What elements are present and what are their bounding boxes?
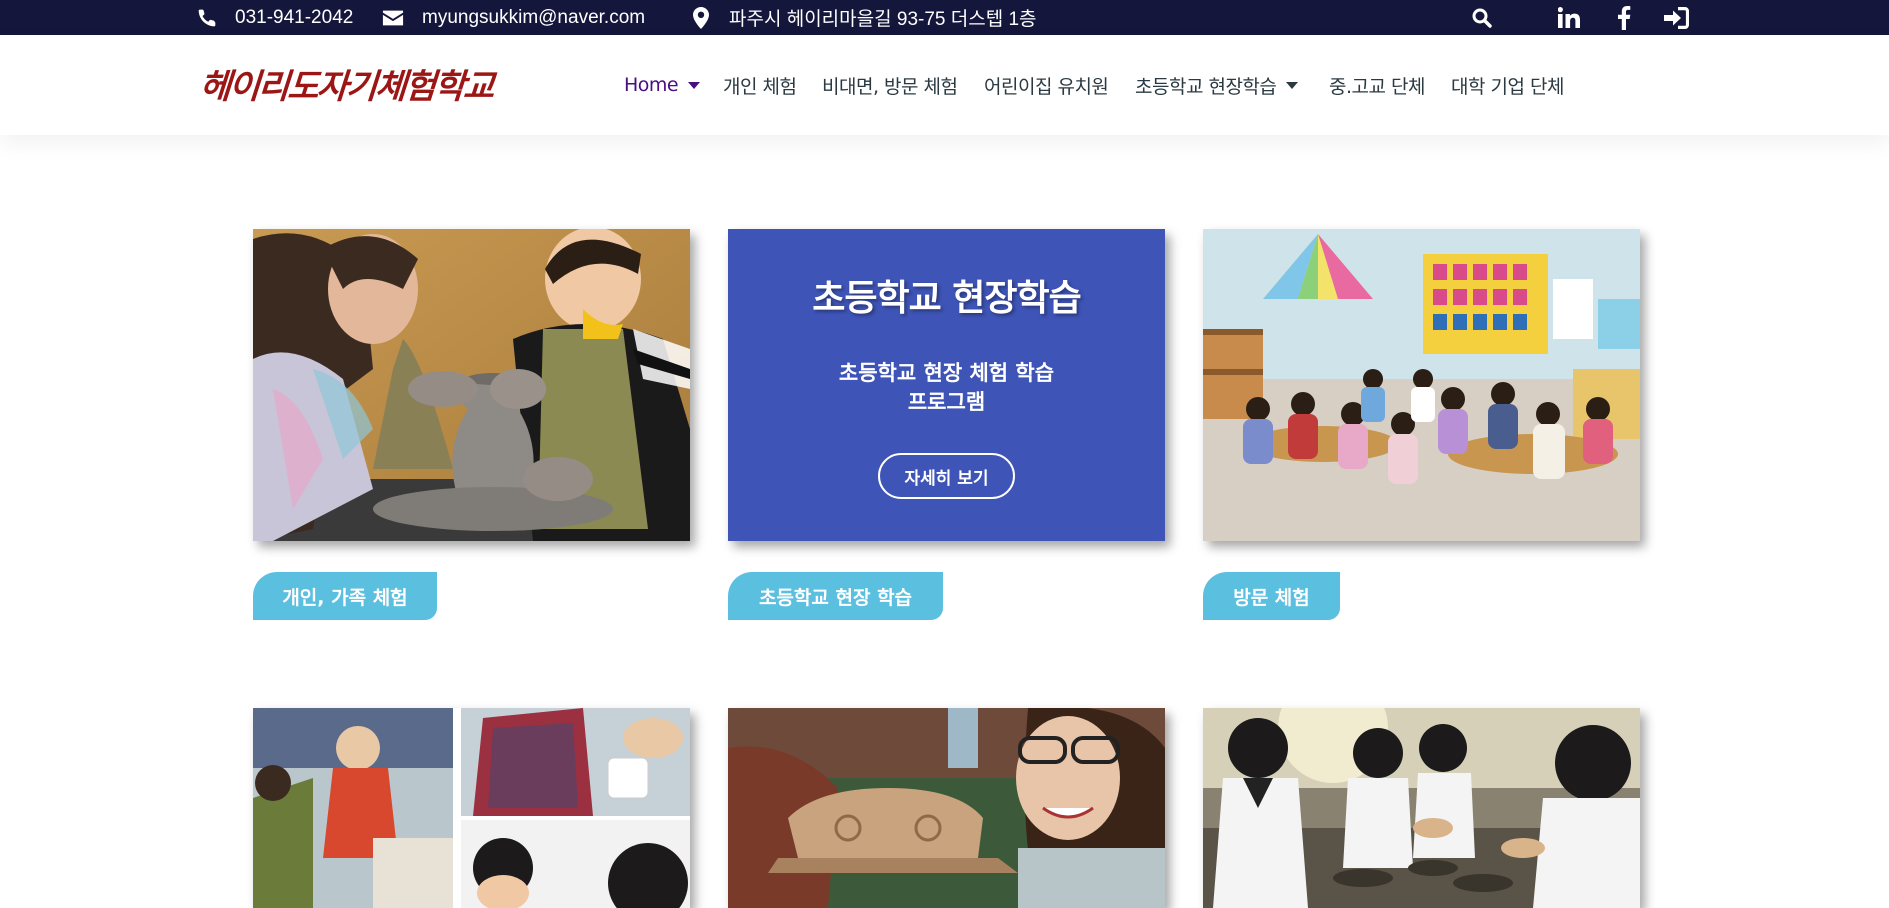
nav-remote-label: 비대면, 방문 체험 [822,75,958,98]
promo-subtitle-line1: 초등학교 현장 체험 학습 [838,361,1055,385]
email-contact[interactable]: myungsukkim@naver.com [382,0,645,35]
nav-kindergarten-label: 어린이집 유치원 [984,75,1109,98]
photo-students-working[interactable] [1203,708,1640,908]
email-address: myungsukkim@naver.com [422,6,646,28]
photo-pottery-wheel[interactable] [253,229,690,541]
nav-home-label: Home [624,74,679,96]
view-details-button[interactable]: 자세히 보기 [878,453,1015,499]
address-text: 파주시 헤이리마을길 93-75 더스텝 1층 [729,9,1037,30]
tag-elementary-field-trip[interactable]: 초등학교 현장 학습 [728,572,943,620]
nav-university-label: 대학 기업 단체 [1451,75,1564,98]
tag-visit-experience[interactable]: 방문 체험 [1203,572,1340,620]
linkedin-icon[interactable] [1554,0,1584,35]
promo-title: 초등학교 현장학습 [812,278,1082,319]
nav-elementary-label: 초등학교 현장학습 [1135,75,1277,98]
chevron-down-icon [688,81,701,89]
nav-personal-label: 개인 체험 [723,75,797,98]
nav-university-corporate[interactable]: 대학 기업 단체 [1451,35,1564,135]
chevron-down-icon [1286,81,1299,89]
phone-contact[interactable]: 031-941-2042 [197,0,353,35]
children-collage-image [253,708,690,908]
nav-kindergarten[interactable]: 어린이집 유치원 [984,35,1109,135]
search-icon[interactable] [1467,0,1497,35]
promo-card-elementary: 초등학교 현장학습 초등학교 현장 체험 학습 프로그램 자세히 보기 [728,229,1165,541]
nav-remote-visit[interactable]: 비대면, 방문 체험 [822,35,958,135]
nav-elementary-field-trip[interactable]: 초등학교 현장학습 [1135,35,1299,135]
phone-number: 031-941-2042 [235,6,354,28]
students-working-image [1203,708,1640,908]
site-header: 헤이리도자기체험학교 Home 개인 체험 비대면, 방문 체험 어린이집 유치… [0,35,1889,135]
address-contact: 파주시 헤이리마을길 93-75 더스텝 1층 [693,0,1037,35]
facebook-icon[interactable] [1609,0,1639,35]
nav-home[interactable]: Home [624,35,701,135]
promo-subtitle: 초등학교 현장 체험 학습 프로그램 [728,359,1165,417]
woman-pottery-image [728,708,1165,908]
photo-children-collage[interactable] [253,708,690,908]
promo-subtitle-line2: 프로그램 [907,390,986,414]
login-icon[interactable] [1661,0,1691,35]
nav-personal-experience[interactable]: 개인 체험 [723,35,797,135]
phone-icon [197,8,217,28]
photo-woman-pottery[interactable] [728,708,1165,908]
map-marker-icon [693,6,709,29]
photo-kindergarten-classroom[interactable] [1203,229,1640,541]
nav-middle-high-school[interactable]: 중.고교 단체 [1329,35,1425,135]
classroom-image [1203,229,1640,541]
pottery-wheel-image [253,229,690,541]
top-info-bar: 031-941-2042 myungsukkim@naver.com 파주시 헤… [0,0,1889,35]
nav-middle-high-label: 중.고교 단체 [1329,75,1425,98]
envelope-icon [382,9,404,27]
tag-personal-family[interactable]: 개인, 가족 체험 [253,572,437,620]
site-logo[interactable]: 헤이리도자기체험학교 [198,59,494,108]
